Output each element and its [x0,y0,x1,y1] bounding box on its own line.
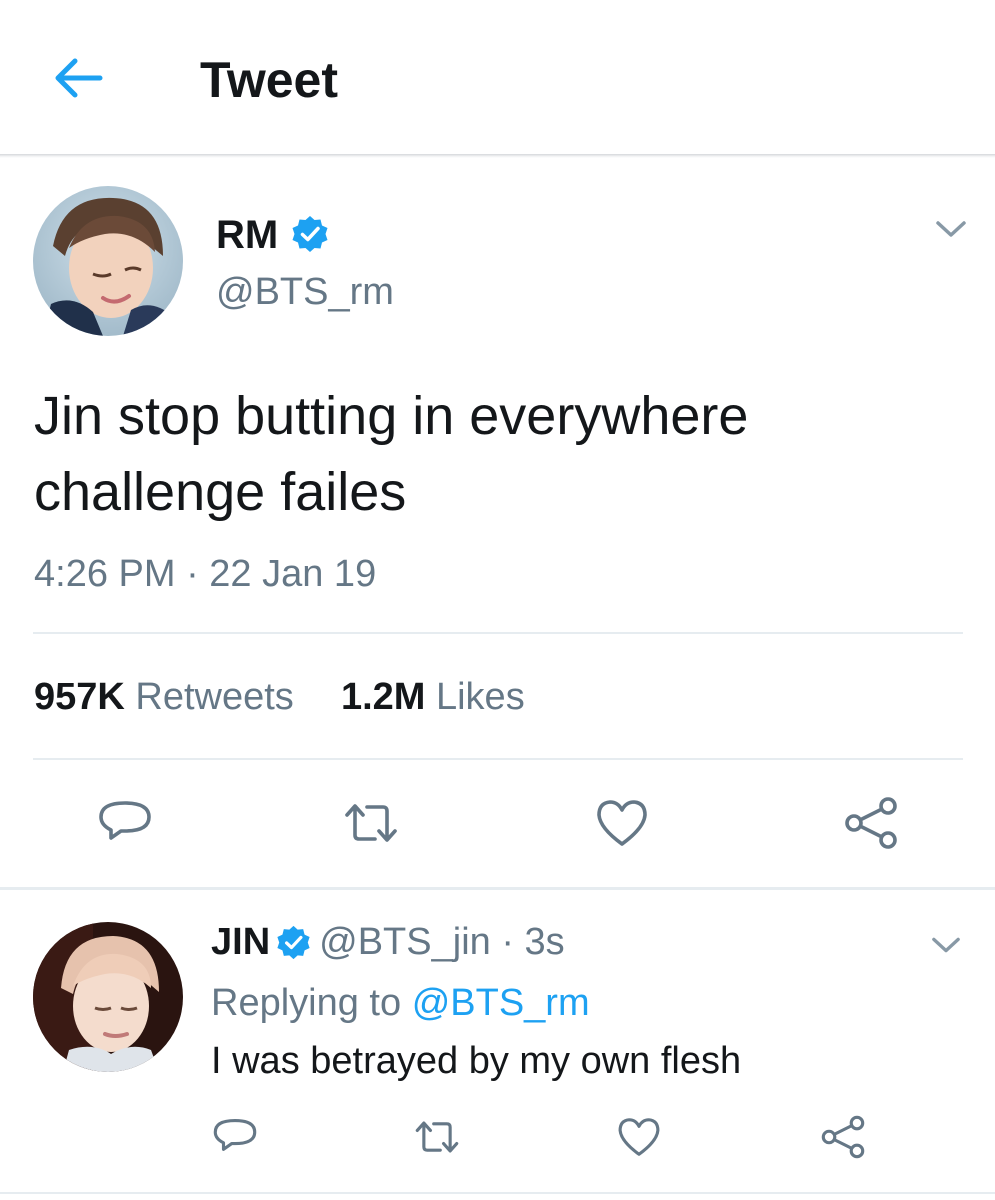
avatar-rm[interactable] [33,186,183,336]
retweets-label[interactable]: Retweets [135,676,293,718]
tweet-timestamp[interactable]: 4:26 PM · 22 Jan 19 [34,552,376,596]
author-handle[interactable]: @BTS_rm [216,270,394,314]
tweet-divider [0,887,995,890]
divider [33,632,963,634]
header-shadow [0,154,995,158]
author-name[interactable]: RM [216,212,278,258]
reply-icon[interactable] [212,1114,258,1160]
heart-icon[interactable] [594,795,650,851]
replying-to: Replying to @BTS_rm [211,981,590,1025]
chevron-down-icon[interactable] [935,218,967,240]
reply-icon[interactable] [97,795,153,851]
verified-badge-icon [291,215,329,253]
top-bar [0,0,995,155]
back-arrow-icon[interactable] [50,55,106,101]
author-handle-time[interactable]: @BTS_jin · 3s [319,921,565,963]
likes-count[interactable]: 1.2M [341,676,425,718]
reply-text: I was betrayed by my own flesh [211,1040,742,1082]
avatar-jin[interactable] [33,922,183,1072]
tweet-stats: 957K Retweets 1.2M Likes [34,674,525,720]
verified-badge-icon [276,925,311,960]
replying-prefix: Replying to [211,982,402,1024]
tweet-text: Jin stop butting in everywhere challenge… [34,386,749,522]
mention-link[interactable]: @BTS_rm [412,982,590,1024]
page-title: Tweet [200,52,338,108]
share-icon[interactable] [843,795,899,851]
divider [0,1192,995,1194]
heart-icon[interactable] [616,1114,662,1160]
divider [33,758,963,760]
chevron-down-icon[interactable] [931,934,961,956]
likes-label[interactable]: Likes [436,676,525,718]
author-name[interactable]: JIN [211,921,270,963]
retweets-count[interactable]: 957K [34,676,125,718]
reply-header: JIN @BTS_jin · 3s [211,920,565,964]
retweet-icon[interactable] [414,1114,460,1160]
share-icon[interactable] [820,1114,866,1160]
retweet-icon[interactable] [343,795,399,851]
